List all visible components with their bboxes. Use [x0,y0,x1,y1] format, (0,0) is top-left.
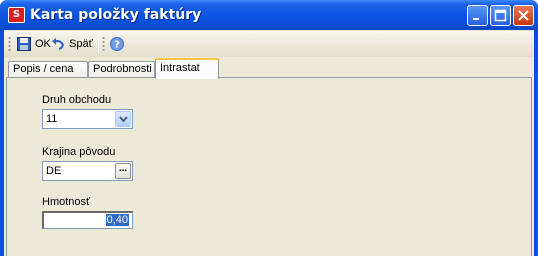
chevron-down-icon [119,116,128,123]
help-icon: ? [110,37,124,51]
dropdown-button[interactable] [115,111,131,127]
back-label: Späť [69,38,93,50]
lookup-ellipsis-button[interactable]: ... [115,163,131,179]
tab-strip: Popis / cena Podrobnosti Intrastat [4,58,534,79]
app-window: S Karta položky faktúry OK Späť ? Popis … [0,0,538,256]
toolbar: OK Späť ? [4,31,534,57]
druh-obchodu-value: 11 [46,113,58,125]
minimize-button[interactable] [467,5,488,26]
title-bar[interactable]: S Karta položky faktúry [0,0,538,30]
tab-label: Intrastat [160,62,200,74]
undo-arrow-icon [52,38,65,50]
hmotnost-input[interactable]: 0,40 [42,211,133,229]
krajina-povodu-label: Krajina pôvodu [42,146,116,158]
hmotnost-label: Hmotnosť [42,196,91,208]
close-button[interactable] [513,5,534,26]
maximize-icon [494,9,507,22]
window-title: Karta položky faktúry [30,7,202,23]
save-disk-icon [17,37,31,51]
svg-text:?: ? [114,40,120,51]
close-icon [518,10,529,21]
minimize-icon [473,18,479,20]
tab-label: Podrobnosti [93,63,152,75]
toolbar-grip[interactable] [102,36,105,52]
krajina-povodu-field[interactable]: DE ... [42,161,133,181]
app-logo-icon[interactable]: S [8,7,25,23]
tab-label: Popis / cena [13,63,74,75]
tab-podrobnosti[interactable]: Podrobnosti [88,61,155,78]
back-button[interactable]: Späť [48,34,96,54]
toolbar-separator [98,35,99,53]
druh-obchodu-select[interactable]: 11 [42,109,133,129]
hmotnost-value: 0,40 [105,214,129,226]
maximize-button[interactable] [490,5,511,26]
toolbar-grip[interactable] [8,36,11,52]
tab-intrastat[interactable]: Intrastat [155,58,219,79]
krajina-povodu-value: DE [46,165,62,177]
druh-obchodu-label: Druh obchodu [42,94,112,106]
tab-popis-cena[interactable]: Popis / cena [8,61,88,78]
help-button[interactable]: ? [107,34,131,54]
